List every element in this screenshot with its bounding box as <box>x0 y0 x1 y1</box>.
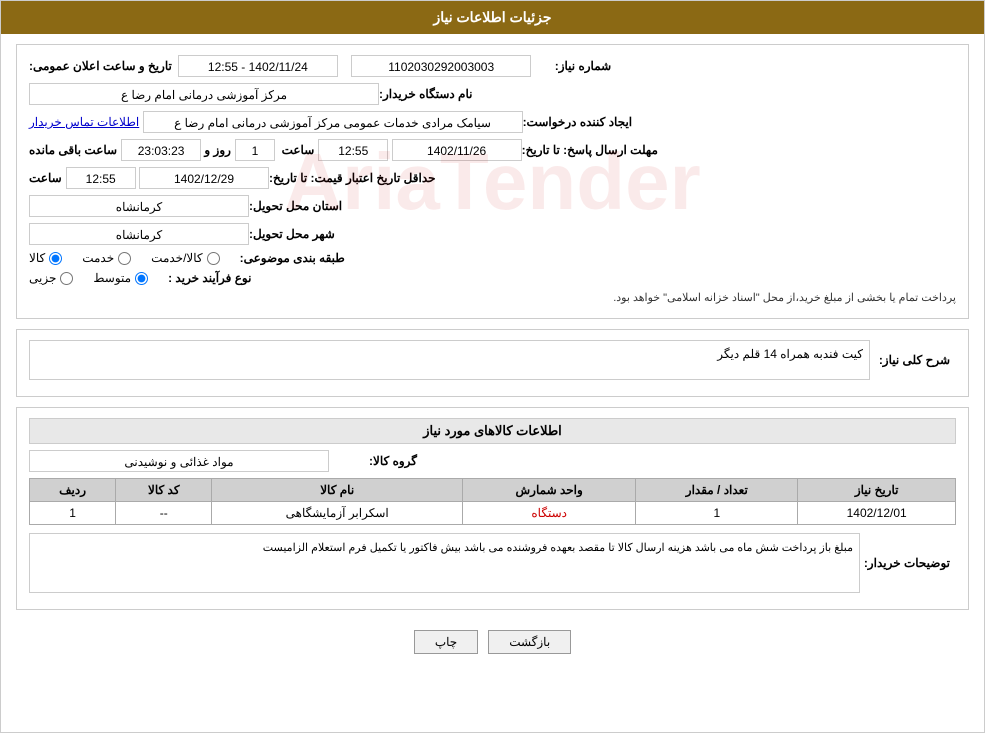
response-countdown-value: 23:03:23 <box>121 139 201 161</box>
buyer-notes-row: توضیحات خریدار: مبلغ باز پرداخت شش ماه م… <box>29 533 956 593</box>
response-time-label: ساعت <box>282 143 315 157</box>
price-time-label: ساعت <box>29 171 62 185</box>
category-kala-khedmat-radio[interactable] <box>207 252 220 265</box>
response-deadline-label: مهلت ارسال پاسخ: تا تاریخ: <box>522 143 658 157</box>
response-time-value: 12:55 <box>318 139 388 161</box>
col-row-header: ردیف <box>30 479 116 502</box>
buyer-notes-label: توضیحات خریدار: <box>860 556 950 570</box>
category-khedmat-radio[interactable] <box>118 252 131 265</box>
creator-row: ایجاد کننده درخواست: سیامک مرادی خدمات ع… <box>29 111 956 133</box>
price-validity-row: حداقل تاریخ اعتبار قیمت: تا تاریخ: 1402/… <box>29 167 956 189</box>
category-kala-khedmat-label: کالا/خدمت <box>151 251 202 265</box>
cell-name: اسکرابر آزمایشگاهی <box>212 502 463 525</box>
col-qty-header: تعداد / مقدار <box>636 479 798 502</box>
buyer-notes-value: مبلغ باز پرداخت شش ماه می باشد هزینه ارس… <box>29 533 860 593</box>
col-unit-header: واحد شمارش <box>463 479 636 502</box>
process-jozee-item: جزیی <box>29 271 73 285</box>
category-khedmat-item: خدمت <box>82 251 131 265</box>
cell-date: 1402/12/01 <box>798 502 956 525</box>
process-motevaset-item: متوسط <box>93 271 148 285</box>
category-row: طبقه بندی موضوعی: کالا/خدمت خدمت کالا <box>29 251 956 265</box>
contact-link[interactable]: اطلاعات تماس خریدار <box>29 115 139 129</box>
creator-label: ایجاد کننده درخواست: <box>523 115 633 129</box>
print-button[interactable]: چاپ <box>414 630 478 654</box>
response-countdown-label: ساعت باقی مانده <box>29 143 117 157</box>
desc-label: شرح کلی نیاز: <box>870 353 950 367</box>
process-motevaset-label: متوسط <box>93 271 131 285</box>
need-number-label: شماره نیاز: <box>531 59 611 73</box>
response-date-value: 1402/11/26 <box>392 139 522 161</box>
process-jozee-label: جزیی <box>29 271 56 285</box>
cell-qty: 1 <box>636 502 798 525</box>
table-row: 1402/12/01 1 دستگاه اسکرابر آزمایشگاهی -… <box>30 502 956 525</box>
category-kala-item: کالا <box>29 251 62 265</box>
announce-date-value: 1402/11/24 - 12:55 <box>178 55 338 77</box>
col-name-header: نام کالا <box>212 479 463 502</box>
buyer-org-row: نام دستگاه خریدار: مرکز آموزشی درمانی ام… <box>29 83 956 105</box>
desc-row: شرح کلی نیاز: کیت فندبه همراه 14 قلم دیگ… <box>29 340 956 380</box>
goods-group-label: گروه کالا: <box>337 454 417 468</box>
category-label: طبقه بندی موضوعی: <box>240 251 345 265</box>
province-value: کرمانشاه <box>29 195 249 217</box>
buyer-org-label: نام دستگاه خریدار: <box>379 87 473 101</box>
province-label: استان محل تحویل: <box>249 199 342 213</box>
announce-date-label: تاریخ و ساعت اعلان عمومی: <box>29 59 172 73</box>
response-day-value: 1 <box>235 139 275 161</box>
need-number-row: شماره نیاز: 1102030292003003 1402/11/24 … <box>29 55 956 77</box>
creator-value: سیامک مرادی خدمات عمومی مرکز آموزشی درما… <box>143 111 523 133</box>
footer-buttons: بازگشت چاپ <box>16 620 969 664</box>
category-kala-radio[interactable] <box>49 252 62 265</box>
desc-section: شرح کلی نیاز: کیت فندبه همراه 14 قلم دیگ… <box>16 329 969 397</box>
page-header: جزئیات اطلاعات نیاز <box>1 1 984 34</box>
process-motevaset-radio[interactable] <box>135 272 148 285</box>
city-row: شهر محل تحویل: کرمانشاه <box>29 223 956 245</box>
response-day-label: روز و <box>204 143 231 157</box>
main-info-section: AriaTender شماره نیاز: 1102030292003003 … <box>16 44 969 319</box>
goods-table: تاریخ نیاز تعداد / مقدار واحد شمارش نام … <box>29 478 956 525</box>
col-code-header: کد کالا <box>116 479 212 502</box>
goods-section: اطلاعات کالاهای مورد نیاز گروه کالا: موا… <box>16 407 969 610</box>
category-kala-label: کالا <box>29 251 45 265</box>
city-value: کرمانشاه <box>29 223 249 245</box>
goods-section-title: اطلاعات کالاهای مورد نیاز <box>29 418 956 444</box>
cell-row: 1 <box>30 502 116 525</box>
city-label: شهر محل تحویل: <box>249 227 335 241</box>
cell-code: -- <box>116 502 212 525</box>
desc-value: کیت فندبه همراه 14 قلم دیگر <box>29 340 870 380</box>
process-row: نوع فرآیند خرید : متوسط جزیی <box>29 271 956 285</box>
process-type-label: نوع فرآیند خرید : <box>168 271 251 285</box>
category-khedmat-label: خدمت <box>82 251 114 265</box>
response-deadline-row: مهلت ارسال پاسخ: تا تاریخ: 1402/11/26 12… <box>29 139 956 161</box>
price-date-value: 1402/12/29 <box>139 167 269 189</box>
col-date-header: تاریخ نیاز <box>798 479 956 502</box>
price-time-value: 12:55 <box>66 167 136 189</box>
process-jozee-radio[interactable] <box>60 272 73 285</box>
category-kala-khedmat-item: کالا/خدمت <box>151 251 219 265</box>
cell-unit: دستگاه <box>463 502 636 525</box>
goods-group-row: گروه کالا: مواد غذائی و نوشیدنی <box>29 450 956 472</box>
goods-group-value: مواد غذائی و نوشیدنی <box>29 450 329 472</box>
province-row: استان محل تحویل: کرمانشاه <box>29 195 956 217</box>
buyer-org-value: مرکز آموزشی درمانی امام رضا ع <box>29 83 379 105</box>
price-validity-label: حداقل تاریخ اعتبار قیمت: تا تاریخ: <box>269 171 436 185</box>
back-button[interactable]: بازگشت <box>488 630 571 654</box>
process-notice: پرداخت تمام یا بخشی از مبلغ خرید،از محل … <box>29 291 956 304</box>
need-number-value: 1102030292003003 <box>351 55 531 77</box>
